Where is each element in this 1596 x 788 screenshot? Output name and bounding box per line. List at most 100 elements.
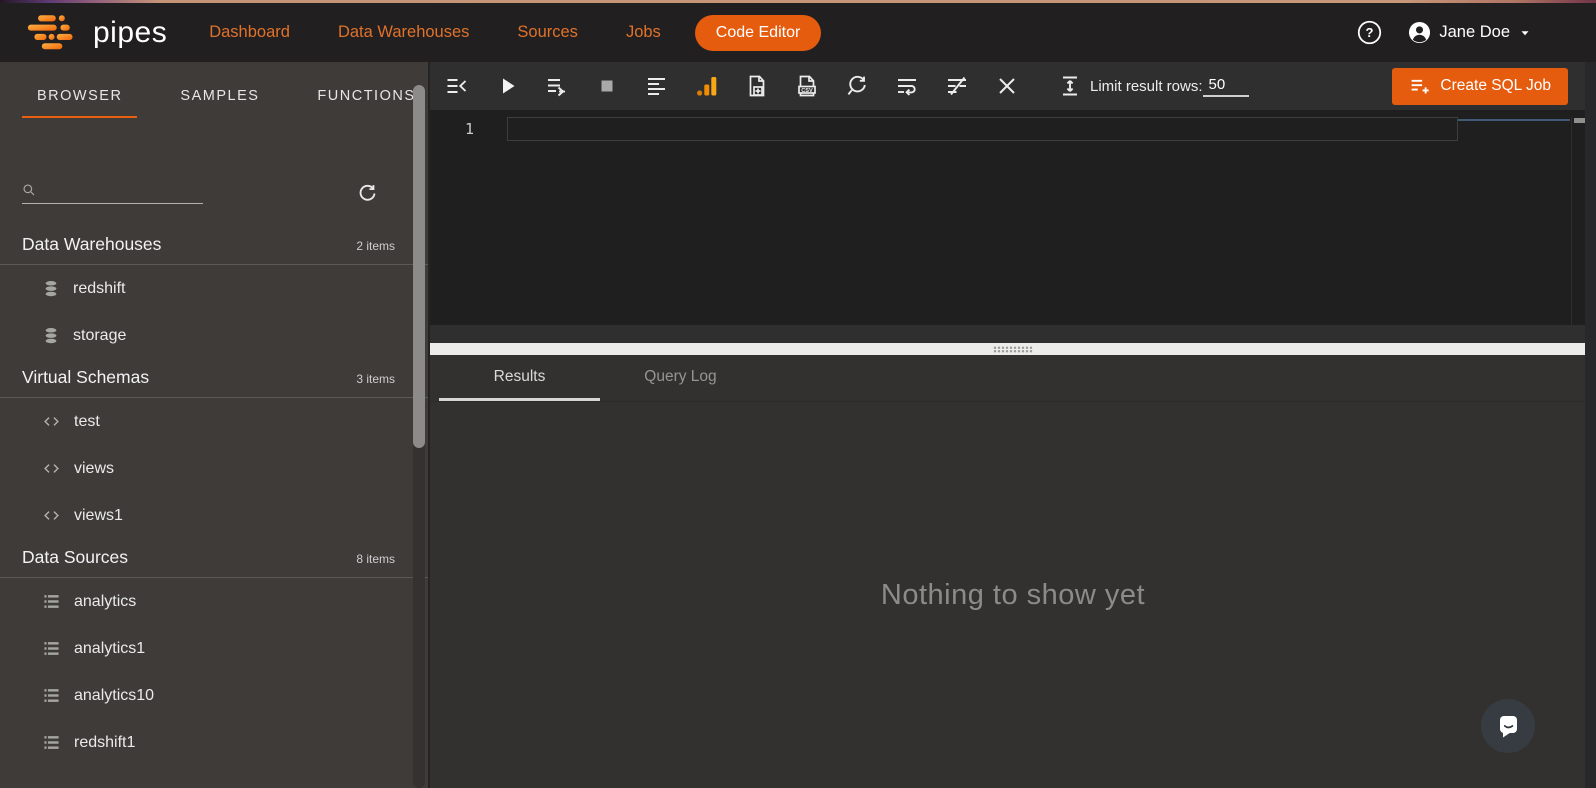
sidebar-item-redshift[interactable]: redshift <box>0 265 428 312</box>
section-count: 3 items <box>356 372 395 386</box>
create-sql-job-button[interactable]: Create SQL Job <box>1392 68 1568 105</box>
user-name: Jane Doe <box>1439 23 1510 42</box>
chart-icon[interactable] <box>695 74 719 98</box>
section-title: Data Sources <box>22 547 128 568</box>
item-label: storage <box>73 327 126 345</box>
sidebar-item-test[interactable]: test <box>0 398 428 445</box>
sidebar-search-row <box>22 174 428 204</box>
code-editor-button[interactable]: Code Editor <box>695 15 822 51</box>
row-height-icon <box>1059 74 1081 98</box>
no-word-wrap-icon[interactable] <box>945 74 969 98</box>
database-icon <box>42 280 60 298</box>
stop-icon[interactable] <box>595 74 619 98</box>
nav-link-data-warehouses[interactable]: Data Warehouses <box>338 23 469 42</box>
item-label: test <box>74 413 100 431</box>
search-input[interactable] <box>42 181 202 198</box>
editor-toolbar: CSV <box>430 62 1596 110</box>
sidebar-item-views1[interactable]: views1 <box>0 492 428 539</box>
code-icon <box>42 460 61 477</box>
item-label: analytics10 <box>74 687 154 705</box>
limit-rows-input[interactable] <box>1203 76 1249 97</box>
sidebar-item-views[interactable]: views <box>0 445 428 492</box>
sidebar-scrollbar-thumb[interactable] <box>413 85 425 448</box>
user-menu[interactable]: Jane Doe <box>1408 21 1532 44</box>
tab-query-log[interactable]: Query Log <box>600 355 761 401</box>
editor-gap <box>430 325 1596 343</box>
word-wrap-icon[interactable] <box>895 74 919 98</box>
data-source-icon <box>42 734 61 751</box>
nav-right-group: ? Jane Doe <box>1357 20 1532 45</box>
run-icon[interactable] <box>495 74 519 98</box>
splitter-grip-icon[interactable] <box>993 346 1033 353</box>
section-title: Data Warehouses <box>22 234 161 255</box>
data-source-icon <box>42 640 61 657</box>
data-source-icon <box>42 687 61 704</box>
editor-selection-decoration <box>1458 119 1570 121</box>
page-scroll-rail[interactable] <box>1585 62 1596 788</box>
app-window: pipes Dashboard Data Warehouses Sources … <box>0 0 1596 788</box>
results-panel: Results Query Log Nothing to show yet <box>430 355 1596 788</box>
tab-results[interactable]: Results <box>439 355 600 401</box>
sidebar-tabs: BROWSER SAMPLES FUNCTIONS <box>0 62 428 118</box>
code-icon <box>42 413 61 430</box>
refresh-browser-icon[interactable] <box>357 183 378 204</box>
nav-link-sources[interactable]: Sources <box>517 23 578 42</box>
data-source-icon <box>42 593 61 610</box>
editor-scrollbar-thumb[interactable] <box>1574 118 1585 123</box>
item-label: views <box>74 460 114 478</box>
sidebar-item-analytics1[interactable]: analytics1 <box>0 625 428 672</box>
current-line-highlight[interactable] <box>507 117 1458 141</box>
sidebar-item-analytics10[interactable]: analytics10 <box>0 672 428 719</box>
sidebar-scrollbar-track[interactable] <box>413 85 425 788</box>
tab-functions[interactable]: FUNCTIONS <box>302 88 428 118</box>
chevron-down-icon <box>1518 27 1532 39</box>
item-label: analytics1 <box>74 640 145 658</box>
section-header-data-warehouses: Data Warehouses 2 items <box>0 234 428 265</box>
database-icon <box>42 327 60 345</box>
sidebar-item-redshift1[interactable]: redshift1 <box>0 719 428 766</box>
item-label: analytics <box>74 593 136 611</box>
search-field[interactable] <box>22 181 203 204</box>
help-icon[interactable]: ? <box>1357 20 1382 45</box>
section-count: 2 items <box>356 239 395 253</box>
format-icon[interactable] <box>645 74 669 98</box>
limit-rows-group: Limit result rows: <box>1059 74 1249 98</box>
line-number: 1 <box>430 120 474 138</box>
user-avatar-icon <box>1408 21 1431 44</box>
svg-text:CSV: CSV <box>801 88 813 94</box>
code-icon <box>42 507 61 524</box>
close-icon[interactable] <box>995 74 1019 98</box>
sidebar-item-analytics[interactable]: analytics <box>0 578 428 625</box>
new-file-icon[interactable] <box>745 74 769 98</box>
nav-links: Dashboard Data Warehouses Sources Jobs <box>209 23 661 42</box>
limit-rows-label: Limit result rows: <box>1090 78 1203 95</box>
svg-text:?: ? <box>1366 25 1374 40</box>
item-label: views1 <box>74 507 123 525</box>
results-tabs: Results Query Log <box>430 355 1596 402</box>
nav-link-dashboard[interactable]: Dashboard <box>209 23 290 42</box>
item-label: redshift1 <box>74 734 135 752</box>
add-lines-icon <box>1409 76 1430 97</box>
browser-sidebar: BROWSER SAMPLES FUNCTIONS <box>0 62 428 788</box>
collapse-editor-icon[interactable] <box>445 74 469 98</box>
editor-scrollbar-divider <box>1571 117 1572 325</box>
nav-link-jobs[interactable]: Jobs <box>626 23 661 42</box>
pipes-logo-icon <box>26 14 80 52</box>
export-csv-icon[interactable]: CSV <box>795 74 819 98</box>
panel-splitter[interactable] <box>430 343 1596 355</box>
section-count: 8 items <box>356 552 395 566</box>
editor-panel: CSV <box>428 62 1596 788</box>
tab-samples[interactable]: SAMPLES <box>165 88 274 118</box>
chat-launcher-button[interactable] <box>1481 699 1535 753</box>
run-all-icon[interactable] <box>545 74 569 98</box>
section-title: Virtual Schemas <box>22 367 149 388</box>
section-header-virtual-schemas: Virtual Schemas 3 items <box>0 359 428 398</box>
item-label: redshift <box>73 280 125 298</box>
section-header-data-sources: Data Sources 8 items <box>0 539 428 578</box>
sidebar-item-storage[interactable]: storage <box>0 312 428 359</box>
create-sql-job-label: Create SQL Job <box>1440 77 1551 95</box>
tab-browser[interactable]: BROWSER <box>22 88 137 118</box>
empty-results-message: Nothing to show yet <box>430 402 1596 788</box>
refresh-icon[interactable] <box>845 74 869 98</box>
sql-code-editor[interactable]: 1 <box>430 110 1596 325</box>
